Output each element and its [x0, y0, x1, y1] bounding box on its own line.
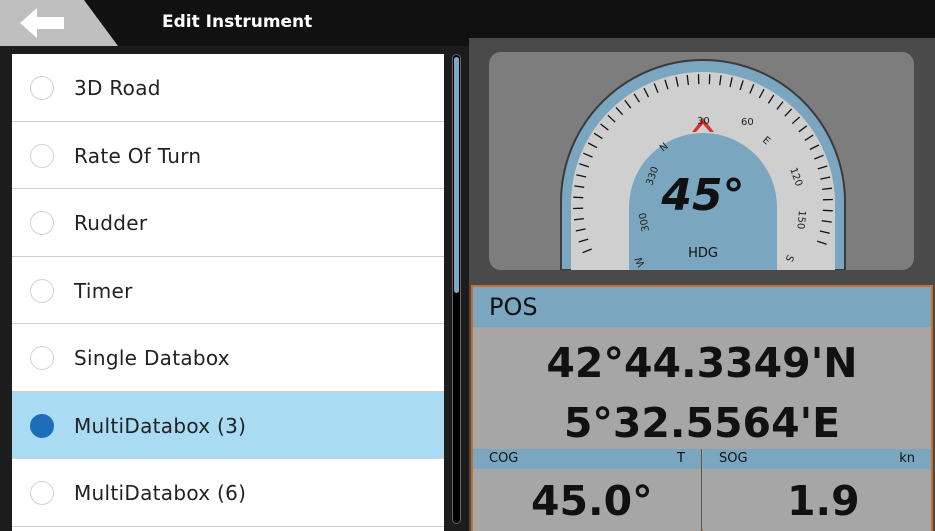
- list-item-label: 3D Road: [74, 76, 161, 100]
- minor-tick: [708, 74, 711, 85]
- list-item-single-databox[interactable]: Single Databox: [12, 324, 444, 392]
- list-item-label: Rudder: [74, 211, 148, 235]
- sog-value: 1.9: [787, 477, 860, 525]
- list-item-multidatabox-3[interactable]: MultiDatabox (3): [12, 391, 444, 459]
- top-bar: Edit Instrument: [0, 0, 469, 46]
- list-item-label: Single Databox: [74, 346, 230, 370]
- tick-label-30: 30: [697, 116, 710, 127]
- cog-databox[interactable]: COG T 45.0°: [473, 449, 702, 531]
- heading-label: HDG: [688, 246, 718, 261]
- cog-label: COG: [489, 451, 519, 466]
- radio-button[interactable]: [30, 211, 54, 235]
- heading-gauge-area: 330 300 W N 30 60 E 120 150 S 45° HDG: [469, 38, 935, 284]
- minor-tick: [822, 209, 833, 212]
- radio-button[interactable]: [30, 481, 54, 505]
- sog-unit: kn: [899, 451, 915, 466]
- minor-tick: [573, 196, 584, 199]
- instrument-list: 3D Road Rate Of Turn Rudder Timer Single…: [12, 54, 444, 531]
- sog-header: SOG kn: [703, 449, 931, 469]
- cog-value: 45.0°: [531, 477, 653, 525]
- left-arrow-icon: [20, 8, 64, 38]
- edit-instrument-panel: Edit Instrument 3D Road Rate Of Turn Rud…: [0, 0, 469, 531]
- instrument-preview: 330 300 W N 30 60 E 120 150 S 45° HDG PO…: [469, 0, 935, 531]
- sog-databox[interactable]: SOG kn 1.9: [703, 449, 931, 531]
- list-item-label: Timer: [74, 278, 133, 303]
- radio-button-selected[interactable]: [30, 413, 54, 438]
- preview-top-bar: [469, 0, 935, 38]
- heading-gauge-frame: 330 300 W N 30 60 E 120 150 S 45° HDG: [489, 52, 914, 270]
- list-item-3d-road[interactable]: 3D Road: [12, 54, 444, 122]
- scrollbar-thumb[interactable]: [454, 57, 459, 293]
- list-scrollbar[interactable]: [452, 54, 461, 524]
- cog-header: COG T: [473, 449, 701, 469]
- heading-value: 45°: [660, 170, 744, 221]
- list-item-label: Rate Of Turn: [74, 143, 202, 168]
- pos-label: POS: [489, 293, 538, 321]
- list-item-multidatabox-6[interactable]: MultiDatabox (6): [12, 459, 444, 527]
- position-databox[interactable]: POS 42°44.3349'N 5°32.5564'E COG T 45.0°…: [471, 285, 933, 531]
- list-item-label: MultiDatabox (6): [74, 481, 247, 505]
- list-item-rate-of-turn[interactable]: Rate Of Turn: [12, 121, 444, 189]
- radio-button[interactable]: [30, 346, 54, 370]
- latitude-value: 42°44.3349'N: [546, 339, 858, 387]
- longitude-value: 5°32.5564'E: [563, 399, 841, 447]
- back-button[interactable]: [0, 0, 118, 46]
- radio-button[interactable]: [30, 76, 54, 100]
- tick-label-150: 150: [794, 210, 807, 230]
- tick-label-60: 60: [741, 117, 754, 128]
- radio-button[interactable]: [30, 143, 54, 168]
- page-title: Edit Instrument: [162, 12, 313, 32]
- list-item-label: MultiDatabox (3): [74, 413, 247, 438]
- pos-header: POS: [473, 287, 931, 327]
- sog-label: SOG: [719, 451, 748, 466]
- list-item-timer[interactable]: Timer: [12, 256, 444, 324]
- radio-button[interactable]: [30, 278, 54, 303]
- heading-gauge: 330 300 W N 30 60 E 120 150 S 45° HDG: [560, 59, 846, 270]
- list-item-rudder[interactable]: Rudder: [12, 189, 444, 257]
- cog-unit: T: [677, 451, 685, 466]
